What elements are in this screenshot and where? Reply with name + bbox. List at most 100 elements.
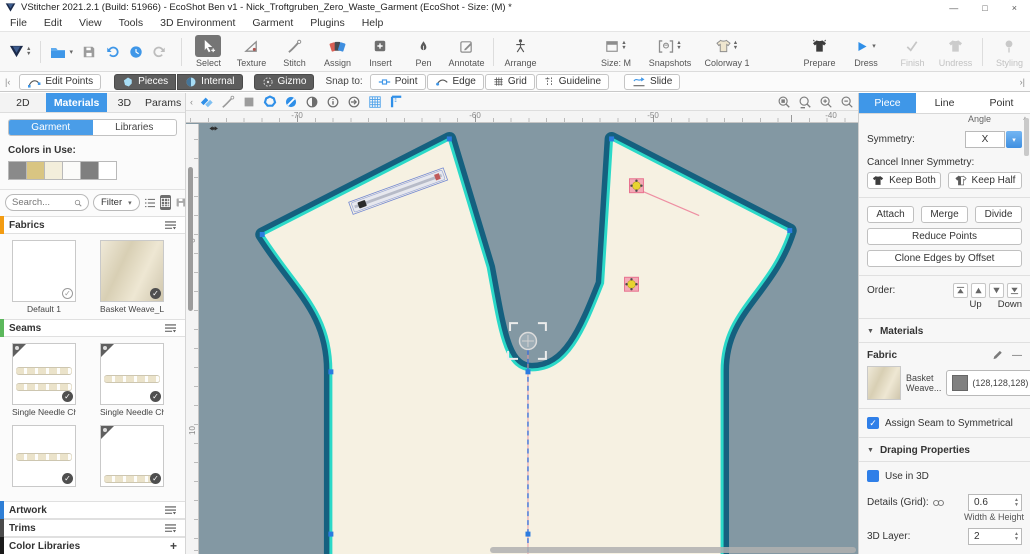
horizontal-scrollbar[interactable] [490, 547, 856, 553]
pattern-canvas[interactable]: ‹ -70 -60 -50 -40 0 10 [186, 93, 858, 554]
button-marker[interactable] [625, 277, 639, 291]
styling-button[interactable]: Styling [988, 32, 1030, 71]
order-bottom-button[interactable] [1007, 283, 1022, 298]
close-button[interactable]: × [1012, 3, 1017, 13]
tab-point[interactable]: Point [973, 93, 1030, 113]
info-icon[interactable] [326, 95, 340, 109]
piece-outline-icon[interactable] [263, 95, 277, 109]
expand-right-icon[interactable]: ›| [1020, 77, 1025, 87]
redo-icon[interactable] [152, 45, 167, 59]
internal-lines-icon[interactable] [284, 95, 298, 109]
colorway-selector[interactable]: ▲▼ Colorway 1 [698, 32, 756, 71]
tool-pen[interactable]: Pen [402, 32, 445, 71]
solid-fill-icon[interactable] [242, 95, 256, 109]
color-swatch[interactable] [80, 161, 99, 180]
menu-file[interactable]: File [10, 17, 27, 29]
search-input[interactable] [12, 197, 74, 208]
tab-piece[interactable]: Piece [859, 93, 916, 113]
section-menu-icon[interactable] [164, 505, 177, 516]
undress-button[interactable]: Undress [934, 32, 977, 71]
seam-item[interactable]: ✓ Single Needle Chai... [100, 343, 164, 417]
clone-edges-button[interactable]: Clone Edges by Offset [867, 250, 1022, 267]
stitch-view-icon[interactable] [221, 95, 235, 109]
keep-half-button[interactable]: Keep Half [948, 172, 1022, 189]
pieces-toggle[interactable]: Pieces [114, 74, 176, 90]
add-icon[interactable]: + [170, 539, 177, 553]
grid-view-button[interactable] [160, 195, 171, 210]
filter-dropdown[interactable]: Filter ▾ [93, 194, 140, 211]
fabric-item-basket-weave[interactable]: ✓ Basket Weave_Low... [100, 240, 164, 314]
symmetry-select[interactable]: X [965, 131, 1005, 148]
color-libraries-section-header[interactable]: Color Libraries + [0, 537, 185, 554]
seam-item[interactable]: ✓ [12, 425, 76, 487]
tool-annotate[interactable]: Annotate [445, 32, 488, 71]
grid-toggle-icon[interactable] [368, 95, 382, 109]
panel-collapse-icon[interactable]: ‹ [190, 97, 193, 107]
reduce-points-button[interactable]: Reduce Points [867, 228, 1022, 245]
details-grid-input[interactable]: 0.6 ▲▼ [968, 494, 1022, 511]
divide-button[interactable]: Divide [975, 206, 1022, 223]
arrow-circle-icon[interactable] [347, 95, 361, 109]
fabrics-section-header[interactable]: Fabrics [0, 216, 185, 234]
zoom-in-icon[interactable] [819, 95, 833, 109]
internal-toggle[interactable]: Internal [177, 74, 242, 90]
minimize-button[interactable]: — [949, 3, 958, 13]
color-swatch[interactable] [26, 161, 45, 180]
tab-garment[interactable]: Garment [9, 120, 93, 135]
menu-help[interactable]: Help [362, 17, 384, 29]
tab-libraries[interactable]: Libraries [93, 120, 177, 135]
snap-grid-button[interactable]: Grid [485, 74, 535, 90]
keep-both-button[interactable]: Keep Both [867, 172, 941, 189]
tool-insert[interactable]: Insert [359, 32, 402, 71]
zoom-selection-icon[interactable] [777, 95, 791, 109]
order-down-button[interactable] [989, 283, 1004, 298]
tab-line[interactable]: Line [916, 93, 973, 113]
attach-button[interactable]: Attach [867, 206, 914, 223]
undo-icon[interactable] [105, 45, 120, 59]
color-swatch[interactable] [62, 161, 81, 180]
snap-edge-button[interactable]: Edge [427, 74, 484, 90]
pattern-piece-view[interactable] [186, 124, 858, 554]
save-icon[interactable] [82, 45, 96, 59]
menu-plugins[interactable]: Plugins [310, 17, 344, 29]
color-swatch[interactable] [44, 161, 63, 180]
snapshots-selector[interactable]: ▲▼ Snapshots [642, 32, 698, 71]
edit-points-button[interactable]: Edit Points [19, 74, 101, 90]
use-in-3d-checkbox[interactable] [867, 470, 879, 482]
materials-section-header[interactable]: ▼ Materials [859, 326, 1030, 337]
artwork-section-header[interactable]: Artwork [0, 501, 185, 519]
tool-texture[interactable]: Texture [230, 32, 273, 71]
remove-fabric-icon[interactable]: — [1012, 350, 1022, 361]
seams-section-header[interactable]: Seams [0, 319, 185, 337]
collapse-left-icon[interactable]: |‹ [5, 77, 10, 87]
color-swatch[interactable] [98, 161, 117, 180]
seam-item[interactable]: ✓ Single Needle Chai... [12, 343, 76, 417]
edit-fabric-icon[interactable] [992, 349, 1004, 361]
section-menu-icon[interactable] [164, 523, 177, 534]
prepare-button[interactable]: Prepare [798, 32, 841, 71]
assign-seam-checkbox[interactable]: ✓ [867, 417, 879, 429]
color-swatch[interactable] [8, 161, 27, 180]
draping-properties-header[interactable]: ▼ Draping Properties [859, 445, 1030, 456]
fabric-view-icon[interactable] [200, 95, 214, 109]
finish-button[interactable]: Finish [891, 32, 934, 71]
trims-section-header[interactable]: Trims [0, 519, 185, 537]
tab-2d[interactable]: 2D [0, 93, 46, 112]
rulers-icon[interactable] [389, 95, 403, 109]
section-menu-icon[interactable] [164, 220, 177, 231]
menu-tools[interactable]: Tools [119, 17, 144, 29]
tool-select[interactable]: Select [187, 32, 230, 71]
symmetry-select-arrow[interactable]: ▾ [1006, 131, 1022, 148]
app-mode-selector[interactable]: ▲▼ [9, 44, 31, 59]
gizmo-toggle[interactable]: Gizmo [254, 74, 315, 90]
history-icon[interactable] [129, 45, 143, 59]
section-menu-icon[interactable] [164, 323, 177, 334]
menu-edit[interactable]: Edit [44, 17, 62, 29]
order-up-button[interactable] [971, 283, 986, 298]
half-shade-icon[interactable] [305, 95, 319, 109]
library-save-button[interactable] [175, 195, 186, 210]
tab-params[interactable]: Params [141, 93, 185, 112]
tool-stitch[interactable]: Stitch [273, 32, 316, 71]
tab-materials[interactable]: Materials [46, 93, 108, 112]
slide-button[interactable]: Slide [624, 74, 680, 90]
